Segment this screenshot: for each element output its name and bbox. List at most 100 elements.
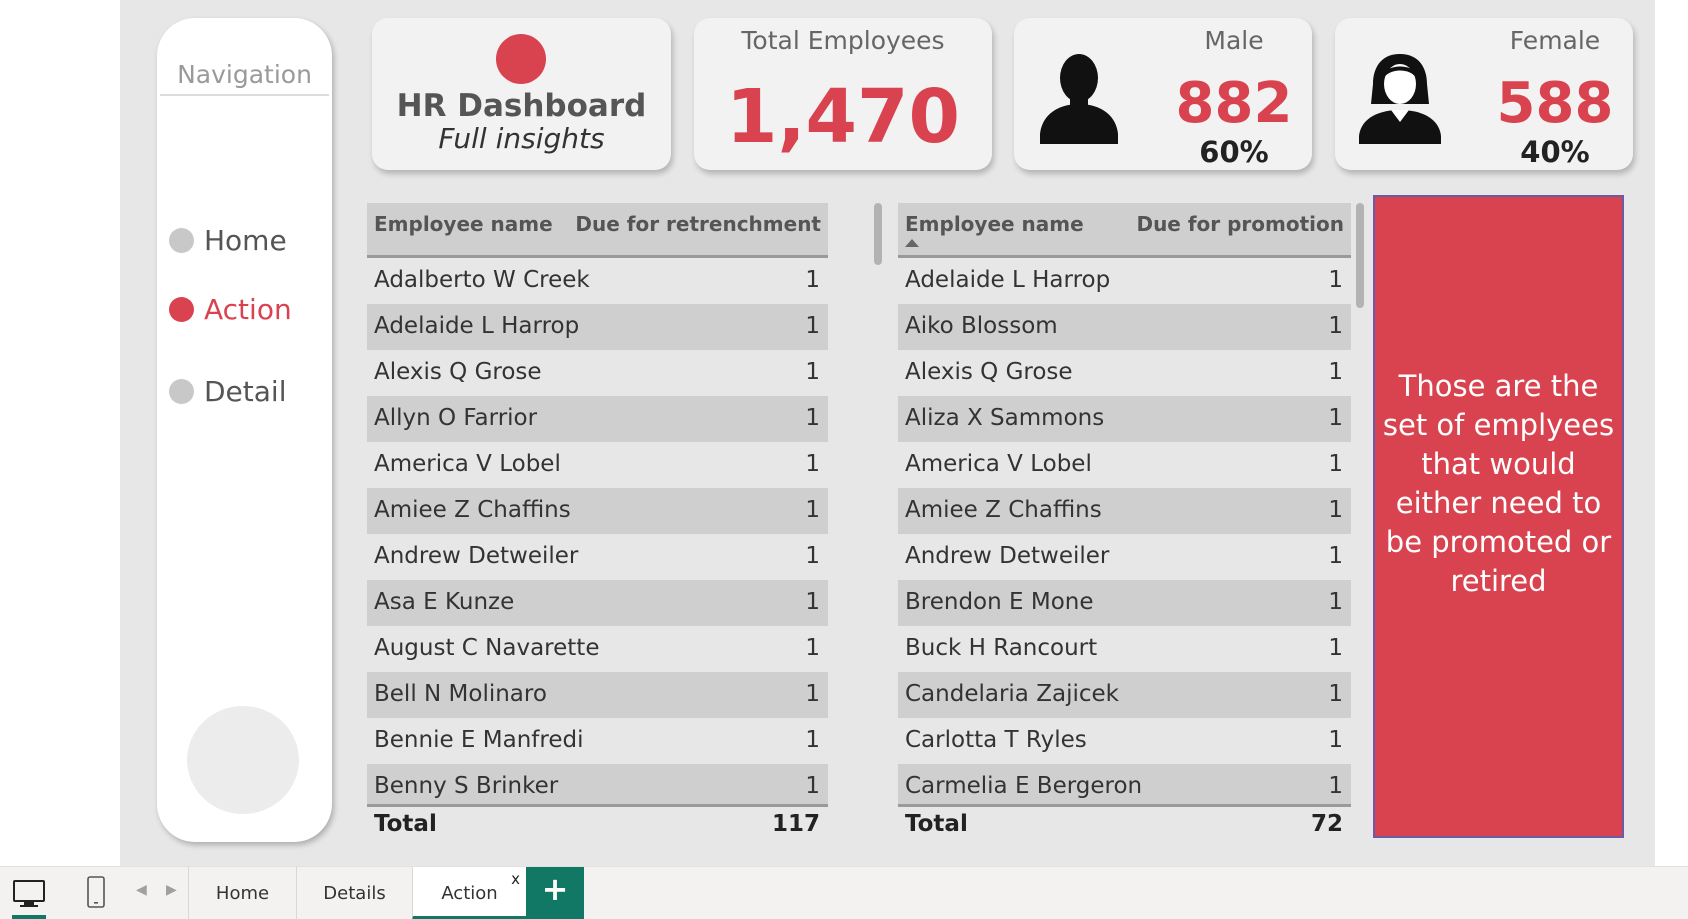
total-employees-value: 1,470 — [725, 74, 961, 160]
table-row[interactable]: Asa E Kunze 1 — [367, 580, 828, 626]
promotion-table-scrollbar[interactable] — [1356, 203, 1364, 846]
nav-item-detail[interactable]: Detail — [169, 375, 286, 408]
table-row[interactable]: Adelaide L Harrop 1 — [898, 258, 1351, 304]
next-page-arrow-icon[interactable]: ▶ — [166, 882, 177, 898]
promotion-table-body: Adelaide L Harrop 1 Aiko Blossom 1 Alexis Q … — [898, 258, 1351, 804]
retrenchment-table-total-row: Total 117 — [367, 804, 828, 844]
desktop-layout-indicator — [12, 915, 46, 919]
table-row[interactable]: Buck H Rancourt 1 — [898, 626, 1351, 672]
count-cell: 1 — [1328, 727, 1343, 753]
table-row[interactable]: Benny S Brinker 1 — [367, 764, 828, 804]
navigation-circle-button[interactable] — [187, 706, 299, 814]
add-page-button[interactable]: + — [526, 867, 584, 919]
female-card: Female 588 40% — [1335, 18, 1633, 170]
table-row[interactable]: Adalberto W Creek 1 — [367, 258, 828, 304]
employee-name-cell: Alexis Q Grose — [374, 359, 542, 385]
table-row[interactable]: Brendon E Mone 1 — [898, 580, 1351, 626]
table-row[interactable]: Bell N Molinaro 1 — [367, 672, 828, 718]
tab-details[interactable]: Details — [296, 867, 412, 919]
count-cell: 1 — [1328, 405, 1343, 431]
employee-name-cell: Brendon E Mone — [905, 589, 1094, 615]
table-row[interactable]: Alexis Q Grose 1 — [898, 350, 1351, 396]
mobile-layout-icon[interactable] — [84, 875, 108, 909]
count-cell: 1 — [1328, 451, 1343, 477]
column-header-employee-name[interactable]: Employee name — [374, 212, 553, 236]
table-row[interactable]: Alexis Q Grose 1 — [367, 350, 828, 396]
scrollbar-thumb[interactable] — [874, 203, 882, 265]
table-row[interactable]: Carmelia E Bergeron 1 — [898, 764, 1351, 804]
column-header-due-for-retrenchment[interactable]: Due for retrenchment — [575, 212, 821, 236]
page-tab-bar: ◀ ▶ Home Details Action x + — [0, 866, 1688, 919]
employee-name-cell: Amiee Z Chaffins — [905, 497, 1102, 523]
table-row[interactable]: August C Navarette 1 — [367, 626, 828, 672]
female-count: 588 — [1496, 71, 1614, 136]
employee-name-cell: Asa E Kunze — [374, 589, 515, 615]
count-cell: 1 — [805, 589, 820, 615]
nav-action-dot — [169, 297, 194, 322]
nav-action-label: Action — [204, 293, 292, 326]
count-cell: 1 — [1328, 497, 1343, 523]
employee-name-cell: Aliza X Sammons — [905, 405, 1105, 431]
hr-dashboard-title: HR Dashboard — [396, 88, 647, 124]
total-employees-card: Total Employees 1,470 — [694, 18, 992, 170]
table-row[interactable]: Adelaide L Harrop 1 — [367, 304, 828, 350]
column-header-employee-name[interactable]: Employee name — [905, 212, 1084, 236]
scrollbar-thumb[interactable] — [1356, 203, 1364, 308]
plus-icon: + — [541, 870, 569, 908]
close-tab-icon[interactable]: x — [511, 870, 520, 888]
column-header-due-for-promotion[interactable]: Due for promotion — [1136, 212, 1344, 236]
total-value: 117 — [771, 811, 820, 837]
right-margin — [1655, 0, 1688, 866]
employee-name-cell: Adelaide L Harrop — [905, 267, 1111, 293]
female-label: Female — [1509, 26, 1601, 55]
count-cell: 1 — [1328, 313, 1343, 339]
count-cell: 1 — [805, 313, 820, 339]
count-cell: 1 — [805, 773, 820, 799]
table-row[interactable]: America V Lobel 1 — [898, 442, 1351, 488]
employee-name-cell: Benny S Brinker — [374, 773, 559, 799]
employee-name-cell: Carlotta T Ryles — [905, 727, 1087, 753]
tab-action[interactable]: Action x — [412, 867, 526, 919]
table-row[interactable]: Bennie E Manfredi 1 — [367, 718, 828, 764]
total-value: 72 — [1310, 811, 1343, 837]
table-row[interactable]: America V Lobel 1 — [367, 442, 828, 488]
tab-details-label: Details — [323, 883, 386, 904]
nav-item-action[interactable]: Action — [169, 293, 292, 326]
employee-name-cell: Carmelia E Bergeron — [905, 773, 1143, 799]
count-cell: 1 — [1328, 681, 1343, 707]
count-cell: 1 — [805, 727, 820, 753]
retrenchment-table-scrollbar[interactable] — [874, 203, 882, 846]
count-cell: 1 — [805, 681, 820, 707]
table-row[interactable]: Aiko Blossom 1 — [898, 304, 1351, 350]
total-label: Total — [905, 811, 968, 837]
previous-page-arrow-icon[interactable]: ◀ — [136, 882, 147, 898]
count-cell: 1 — [1328, 543, 1343, 569]
table-row[interactable]: Candelaria Zajicek 1 — [898, 672, 1351, 718]
count-cell: 1 — [1328, 635, 1343, 661]
promotion-table-header: Employee name Due for promotion — [898, 203, 1351, 258]
promotion-table: Employee name Due for promotion Adelaide… — [898, 203, 1351, 844]
hr-dashboard-card: HR Dashboard Full insights — [372, 18, 671, 170]
employee-name-cell: Adelaide L Harrop — [374, 313, 580, 339]
tab-home[interactable]: Home — [188, 867, 296, 919]
count-cell: 1 — [805, 359, 820, 385]
table-row[interactable]: Carlotta T Ryles 1 — [898, 718, 1351, 764]
table-row[interactable]: Aliza X Sammons 1 — [898, 396, 1351, 442]
count-cell: 1 — [1328, 267, 1343, 293]
desktop-layout-icon[interactable] — [12, 875, 46, 915]
left-margin — [0, 0, 120, 866]
nav-item-home[interactable]: Home — [169, 224, 287, 257]
employee-name-cell: Amiee Z Chaffins — [374, 497, 571, 523]
table-row[interactable]: Amiee Z Chaffins 1 — [898, 488, 1351, 534]
table-row[interactable]: Allyn O Farrior 1 — [367, 396, 828, 442]
retrenchment-table: Employee name Due for retrenchment Adalb… — [367, 203, 828, 844]
table-row[interactable]: Amiee Z Chaffins 1 — [367, 488, 828, 534]
table-row[interactable]: Andrew Detweiler 1 — [367, 534, 828, 580]
male-percent: 60% — [1199, 135, 1269, 169]
sort-ascending-icon — [905, 239, 919, 247]
count-cell: 1 — [805, 451, 820, 477]
info-note-box: Those are the set of emplyees that would… — [1373, 195, 1624, 838]
promotion-table-total-row: Total 72 — [898, 804, 1351, 844]
employee-name-cell: Andrew Detweiler — [905, 543, 1110, 569]
table-row[interactable]: Andrew Detweiler 1 — [898, 534, 1351, 580]
